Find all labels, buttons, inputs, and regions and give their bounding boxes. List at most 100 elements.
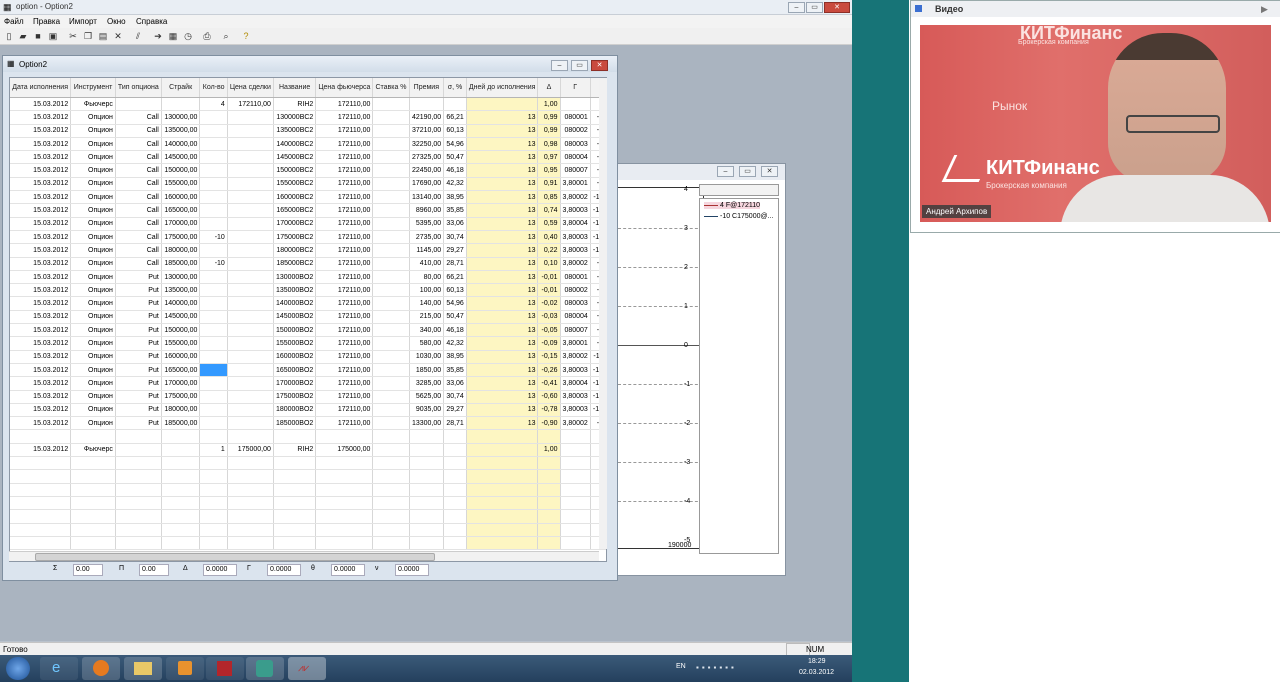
table-cell[interactable]: 080007	[560, 163, 591, 178]
table-cell[interactable]: 080001	[560, 270, 591, 285]
table-cell[interactable]: -0,01	[537, 270, 561, 285]
table-cell[interactable]: 080003	[560, 296, 591, 311]
table-cell[interactable]	[227, 110, 274, 125]
table-cell[interactable]: 100,00	[409, 283, 445, 298]
table-cell[interactable]: Опцион	[70, 177, 116, 192]
table-cell[interactable]	[372, 137, 410, 152]
table-cell[interactable]: 66,21	[443, 270, 467, 285]
table-cell[interactable]	[199, 283, 228, 298]
table-cell[interactable]: 0,10	[537, 257, 561, 271]
table-cell[interactable]: 3,80001	[560, 177, 591, 192]
table-cell[interactable]	[115, 97, 162, 112]
table-cell[interactable]: 13	[466, 243, 539, 258]
table-cell[interactable]: Call	[115, 150, 162, 165]
option2-maximize-button[interactable]: ▭	[571, 60, 588, 71]
table-cell[interactable]	[537, 429, 561, 444]
table-cell[interactable]: Опцион	[70, 416, 116, 431]
table-cell[interactable]: -0,15	[537, 350, 561, 364]
table-cell[interactable]	[372, 230, 410, 245]
table-cell[interactable]: 46,18	[443, 323, 467, 338]
table-cell[interactable]: 172110,00	[315, 110, 374, 125]
table-cell[interactable]: Put	[115, 283, 162, 298]
table-cell[interactable]: 13	[466, 137, 539, 152]
column-header[interactable]: Инструмент	[70, 78, 116, 98]
menu-edit[interactable]: Правка	[33, 17, 60, 26]
option2-minimize-button[interactable]: –	[551, 60, 568, 71]
table-cell[interactable]	[10, 429, 72, 444]
table-cell[interactable]: Call	[115, 230, 162, 245]
chart-close-button[interactable]: ✕	[761, 166, 778, 177]
table-cell[interactable]	[227, 416, 274, 431]
zoom-icon[interactable]: ⌕	[221, 31, 231, 41]
table-cell[interactable]: 33,06	[443, 376, 467, 391]
clock-time[interactable]: 18:29	[808, 658, 826, 665]
table-cell[interactable]: 1030,00	[409, 350, 445, 364]
table-cell[interactable]: 150000,00	[161, 163, 201, 178]
table-cell[interactable]: 15.03.2012	[10, 336, 72, 351]
table-cell[interactable]: 175000BO2	[273, 390, 317, 404]
table-cell[interactable]	[409, 97, 445, 112]
table-cell[interactable]: 13300,00	[409, 416, 445, 431]
table-cell[interactable]	[372, 429, 410, 444]
column-header[interactable]: Премия	[409, 78, 445, 98]
table-cell[interactable]	[560, 97, 591, 112]
table-cell[interactable]: Put	[115, 390, 162, 404]
table-row[interactable]: 15.03.2012 Опцион Call 155000,00 155000BC2 17…	[10, 177, 606, 192]
table-cell[interactable]: 172110,00	[315, 190, 374, 205]
table-cell[interactable]	[372, 163, 410, 178]
chart-app-taskbar-icon[interactable]: ⩘⩗	[288, 657, 326, 680]
table-cell[interactable]: 15.03.2012	[10, 190, 72, 205]
table-cell[interactable]: 13	[466, 150, 539, 165]
table-cell[interactable]	[227, 270, 274, 285]
table-cell[interactable]	[227, 283, 274, 298]
table-cell[interactable]: Опцион	[70, 163, 116, 178]
table-cell[interactable]: 13	[466, 376, 539, 391]
table-row[interactable]: 15.03.2012 Опцион Put 165000,00 165000BO2 172…	[10, 363, 606, 378]
table-cell[interactable]: 165000BC2	[273, 203, 317, 218]
table-cell[interactable]: 28,71	[443, 416, 467, 431]
table-cell[interactable]: 35,85	[443, 203, 467, 218]
table-cell[interactable]: 0,22	[537, 243, 561, 258]
table-cell[interactable]	[227, 124, 274, 138]
table-cell[interactable]	[227, 137, 274, 152]
table-cell[interactable]: 140000BC2	[273, 137, 317, 152]
table-cell[interactable]	[227, 190, 274, 205]
table-cell[interactable]: -0,26	[537, 363, 561, 378]
table-cell[interactable]	[372, 110, 410, 125]
table-cell[interactable]	[161, 97, 201, 112]
table-cell[interactable]: 080001	[560, 110, 591, 125]
table-cell[interactable]: 172110,00	[315, 376, 374, 391]
language-indicator[interactable]: EN	[676, 663, 686, 670]
table-cell[interactable]: 29,27	[443, 403, 467, 418]
cut-icon[interactable]: ✂	[68, 31, 78, 41]
table-cell[interactable]: 150000,00	[161, 323, 201, 338]
table-cell[interactable]: -0,78	[537, 403, 561, 418]
table-cell[interactable]: Опцион	[70, 190, 116, 205]
table-cell[interactable]: 15.03.2012	[10, 124, 72, 138]
table-cell[interactable]	[372, 283, 410, 298]
table-row[interactable]: 15.03.2012 Опцион Call 135000,00 135000BC2 17…	[10, 124, 606, 138]
table-cell[interactable]	[409, 443, 445, 458]
table-cell[interactable]: 13	[466, 163, 539, 178]
table-cell[interactable]	[372, 124, 410, 138]
table-cell[interactable]: 15.03.2012	[10, 150, 72, 165]
table-cell[interactable]: 080004	[560, 310, 591, 325]
table-cell[interactable]: 175000,00	[227, 443, 274, 458]
table-cell[interactable]: 15.03.2012	[10, 310, 72, 325]
table-cell[interactable]: Опцион	[70, 390, 116, 404]
table-cell[interactable]: Опцион	[70, 150, 116, 165]
table-cell[interactable]	[372, 323, 410, 338]
table-cell[interactable]: 172110,00	[315, 390, 374, 404]
table-cell[interactable]: Put	[115, 310, 162, 325]
minimize-button[interactable]: –	[788, 2, 805, 13]
column-header[interactable]: Название	[273, 78, 317, 98]
table-cell[interactable]: 3,80004	[560, 217, 591, 231]
table-cell[interactable]: Опцион	[70, 230, 116, 245]
table-cell[interactable]: 13	[466, 403, 539, 418]
table-cell[interactable]	[372, 363, 410, 378]
table-cell[interactable]	[227, 310, 274, 325]
table-cell[interactable]: 15.03.2012	[10, 390, 72, 404]
media-taskbar-icon[interactable]	[166, 657, 204, 680]
table-cell[interactable]	[372, 217, 410, 231]
table-cell[interactable]: Фьючерс	[70, 443, 116, 458]
